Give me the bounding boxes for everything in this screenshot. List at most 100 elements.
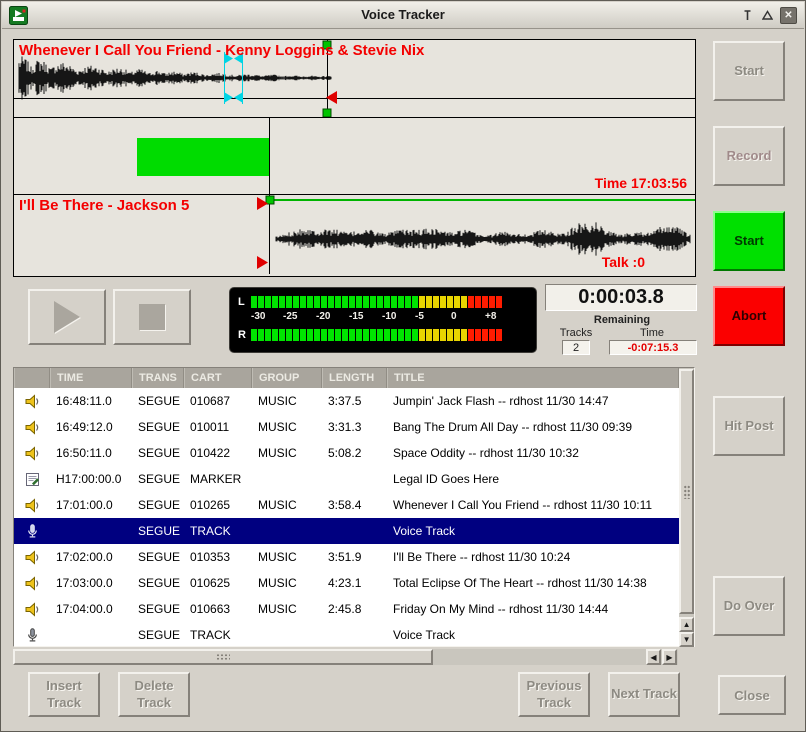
column-header[interactable]: CART [184,368,252,388]
cell-cart: 010422 [184,446,252,460]
scrollbar-grip [216,654,230,661]
cell-cart: MARKER [184,472,252,486]
table-row[interactable]: 17:04:00.0 SEGUE 010663 MUSIC 2:45.8 Fri… [14,596,679,622]
cell-group: MUSIC [252,602,322,616]
track1-title: Whenever I Call You Friend - Kenny Loggi… [19,42,424,59]
table-row[interactable]: H17:00:00.0 SEGUE MARKER Legal ID Goes H… [14,466,679,492]
close-icon[interactable]: ✕ [780,7,797,24]
table-row[interactable]: 16:48:11.0 SEGUE 010687 MUSIC 3:37.5 Jum… [14,388,679,414]
cell-time: 16:48:11.0 [50,394,132,408]
do-over-button[interactable]: Do Over [713,576,785,636]
remaining-tracks-value: 2 [562,340,590,355]
table-row[interactable]: SEGUE TRACK Voice Track [14,518,679,544]
scroll-up-button[interactable]: ▲ [679,617,694,632]
start-button[interactable]: Start [713,211,785,271]
horizontal-scrollbar[interactable]: ◀ ▶ [13,649,695,665]
remaining-time-label: Time [605,327,699,339]
cell-group: MUSIC [252,550,322,564]
remaining-tracks-label: Tracks [547,327,605,339]
vertical-scrollbar[interactable]: ▲ ▼ [679,368,694,646]
table-row[interactable]: SEGUE TRACK Voice Track [14,622,679,646]
cell-cart: TRACK [184,524,252,538]
column-header[interactable]: GROUP [252,368,322,388]
close-button[interactable]: Close [718,675,786,715]
row-icon [14,497,50,514]
cell-title: Voice Track [387,524,679,538]
track2-start-handle [266,196,274,204]
elapsed-time-display: 0:00:03.8 [545,284,697,311]
cell-time: 17:03:00.0 [50,576,132,590]
start-top-button[interactable]: Start [713,41,785,101]
log-table: TIMETRANSCARTGROUPLENGTHTITLE 16:48:11.0… [13,367,695,647]
cell-time: H17:00:00.0 [50,472,132,486]
meter-right-label: R [238,329,251,341]
shade-icon[interactable] [759,7,776,24]
column-header[interactable]: LENGTH [322,368,387,388]
cell-length: 5:08.2 [322,446,387,460]
log-header: TIMETRANSCARTGROUPLENGTHTITLE [14,368,679,388]
row-icon [14,419,50,436]
track2-waveform-lane[interactable]: I'll Be There - Jackson 5 Talk :0 [14,195,695,274]
scroll-left-button[interactable]: ◀ [646,649,661,665]
cell-title: Whenever I Call You Friend -- rdhost 11/… [387,498,679,512]
stop-icon [139,304,165,330]
cell-cart: 010663 [184,602,252,616]
talk-overlay: Talk :0 [602,254,645,270]
cell-group: MUSIC [252,394,322,408]
scroll-right-button[interactable]: ▶ [662,649,677,665]
log-rows: 16:48:11.0 SEGUE 010687 MUSIC 3:37.5 Jum… [14,388,679,646]
delete-track-button[interactable]: Delete Track [118,672,190,717]
cell-time: 17:02:00.0 [50,550,132,564]
cell-trans: SEGUE [132,420,184,434]
column-header[interactable] [14,368,50,388]
cell-title: Total Eclipse Of The Heart -- rdhost 11/… [387,576,679,590]
cell-length: 3:37.5 [322,394,387,408]
column-header[interactable]: TITLE [387,368,679,388]
table-row[interactable]: 17:02:00.0 SEGUE 010353 MUSIC 3:51.9 I'l… [14,544,679,570]
cell-trans: SEGUE [132,472,184,486]
voice-track-lane[interactable]: Time 17:03:56 [14,118,695,195]
cell-cart: 010625 [184,576,252,590]
track2-title: I'll Be There - Jackson 5 [19,197,189,214]
track1-waveform-lane[interactable]: Whenever I Call You Friend - Kenny Loggi… [14,40,695,118]
pin-icon[interactable] [739,7,756,24]
remaining-panel: Remaining Tracks Time 2 -0:07:15.3 [547,314,697,356]
cell-cart: 010687 [184,394,252,408]
cell-title: Friday On My Mind -- rdhost 11/30 14:44 [387,602,679,616]
table-row[interactable]: 16:50:11.0 SEGUE 010422 MUSIC 5:08.2 Spa… [14,440,679,466]
row-icon [14,601,50,618]
previous-track-button[interactable]: Previous Track [518,672,590,717]
remaining-label: Remaining [547,314,697,326]
cell-length: 4:23.1 [322,576,387,590]
cell-trans: SEGUE [132,628,184,642]
table-row[interactable]: 17:03:00.0 SEGUE 010625 MUSIC 4:23.1 Tot… [14,570,679,596]
cell-title: Space Oddity -- rdhost 11/30 10:32 [387,446,679,460]
abort-button[interactable]: Abort [713,286,785,346]
hit-post-button[interactable]: Hit Post [713,396,785,456]
cell-trans: SEGUE [132,524,184,538]
record-button[interactable]: Record [713,126,785,186]
row-icon [14,471,50,488]
stop-button[interactable] [113,289,191,345]
vertical-scrollbar-thumb[interactable] [679,369,694,614]
play-button[interactable] [28,289,106,345]
audio-level-meter: L -30-25-20-15-10-50+8 R [229,287,537,353]
insert-track-button[interactable]: Insert Track [28,672,100,717]
cell-group: MUSIC [252,420,322,434]
voice-track-region [14,118,695,195]
cell-title: Jumpin' Jack Flash -- rdhost 11/30 14:47 [387,394,679,408]
cell-trans: SEGUE [132,394,184,408]
cell-group: MUSIC [252,498,322,512]
cell-time: 16:49:12.0 [50,420,132,434]
cell-group: MUSIC [252,446,322,460]
next-track-button[interactable]: Next Track [608,672,680,717]
cell-trans: SEGUE [132,550,184,564]
table-row[interactable]: 17:01:00.0 SEGUE 010265 MUSIC 3:58.4 Whe… [14,492,679,518]
scroll-down-button[interactable]: ▼ [679,632,694,647]
table-row[interactable]: 16:49:12.0 SEGUE 010011 MUSIC 3:31.3 Ban… [14,414,679,440]
cell-time: 17:01:00.0 [50,498,132,512]
column-header[interactable]: TRANS [132,368,184,388]
titlebar[interactable]: Voice Tracker ✕ [2,2,804,29]
horizontal-scrollbar-thumb[interactable] [13,649,433,665]
column-header[interactable]: TIME [50,368,132,388]
